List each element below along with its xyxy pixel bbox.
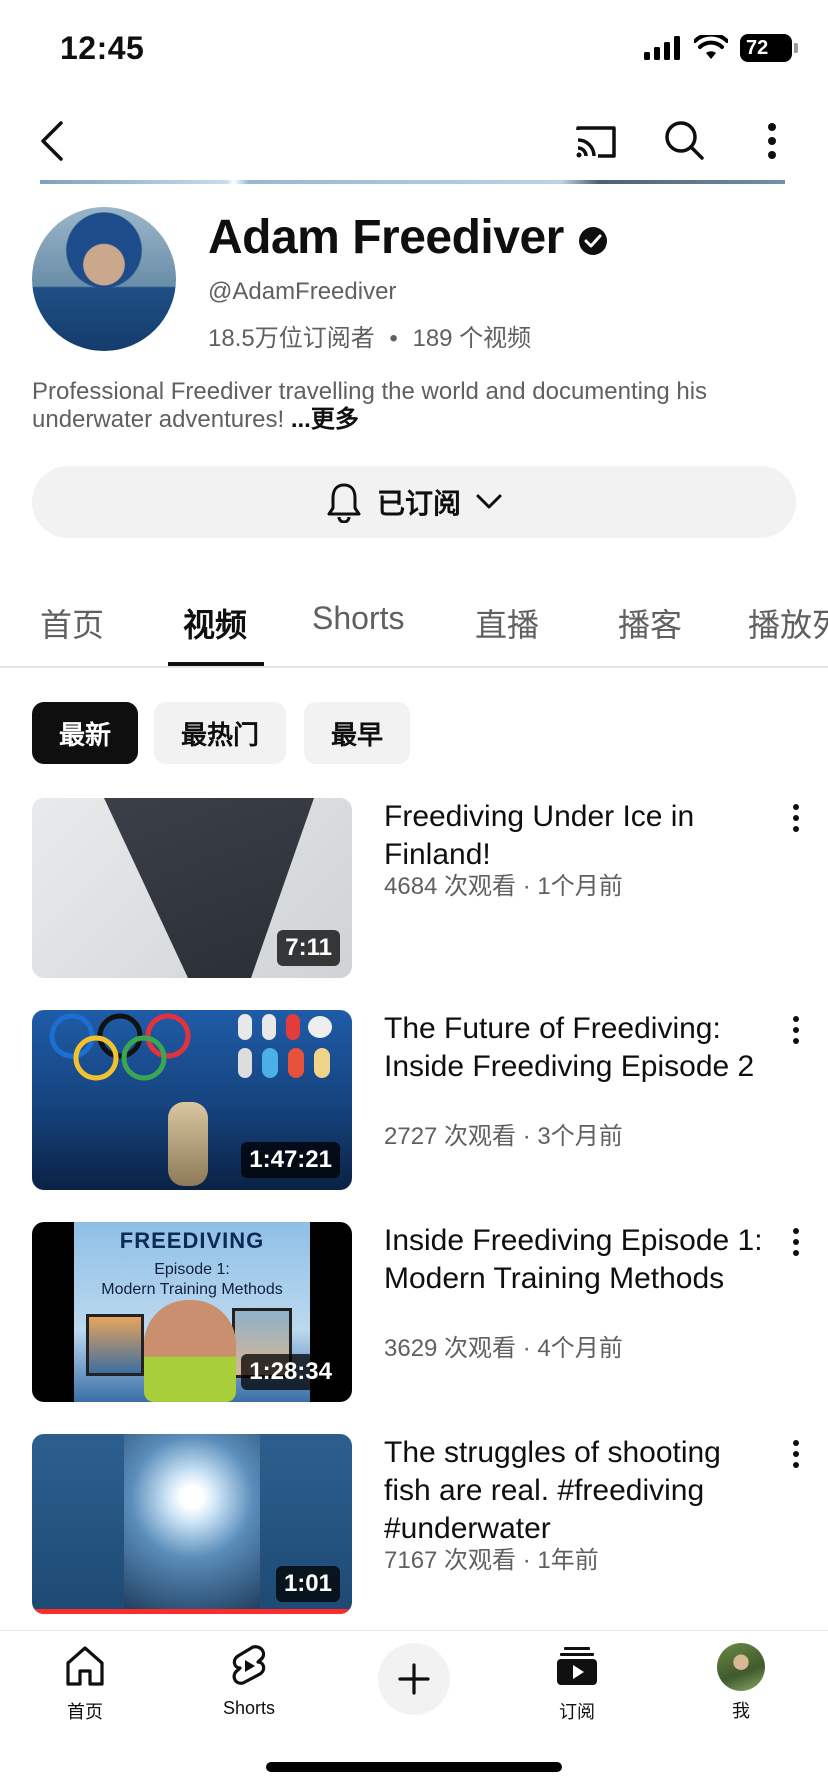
description-more-link[interactable]: ...更多 — [291, 406, 359, 433]
underwater-image — [124, 1434, 260, 1614]
shorts-icon — [232, 1645, 266, 1685]
video-title[interactable]: The Future of Freediving: Inside Freediv… — [384, 1010, 764, 1086]
channel-handle: @AdamFreediver — [208, 278, 397, 305]
tab-shorts[interactable]: Shorts — [312, 600, 404, 637]
nav-shorts[interactable]: Shorts — [189, 1643, 309, 1719]
nav-subscriptions-label: 订阅 — [559, 1702, 595, 1722]
channel-name: Adam Freediver — [208, 211, 564, 264]
tab-videos[interactable]: 视频 — [183, 600, 247, 646]
video-thumbnail[interactable]: 1:47:21 — [32, 1010, 352, 1190]
video-title[interactable]: The struggles of shooting fish are real.… — [384, 1434, 764, 1548]
signal-icon — [644, 36, 680, 60]
video-thumbnail[interactable]: 1:01 — [32, 1434, 352, 1614]
wifi-icon — [694, 35, 728, 59]
pills-image — [238, 1014, 332, 1078]
filter-chip-popular[interactable]: 最热门 — [154, 702, 286, 764]
video-title[interactable]: Inside Freediving Episode 1: Modern Trai… — [384, 1222, 764, 1298]
plus-icon — [398, 1663, 430, 1695]
verified-badge-icon — [579, 227, 607, 255]
video-meta: 4684 次观看 · 1个月前 — [384, 873, 623, 900]
chevron-down-icon — [476, 494, 502, 509]
video-item[interactable]: 1:01 The struggles of shooting fish are … — [0, 1434, 828, 1614]
nav-me[interactable]: 我 — [681, 1643, 801, 1723]
filter-chip-latest[interactable]: 最新 — [32, 702, 138, 764]
nav-subscriptions[interactable]: 订阅 — [517, 1643, 637, 1724]
more-vertical-icon — [768, 123, 776, 159]
video-meta: 7167 次观看 · 1年前 — [384, 1547, 599, 1574]
search-button[interactable] — [660, 116, 710, 166]
tab-podcasts[interactable]: 播客 — [618, 600, 682, 646]
channel-tabs: 首页 视频 Shorts 直播 播客 播放列 — [0, 590, 828, 668]
thumbnail-heading: FREEDIVING — [119, 1228, 265, 1253]
channel-banner — [40, 180, 785, 184]
tab-home[interactable]: 首页 — [40, 600, 104, 646]
video-more-icon[interactable] — [784, 1224, 808, 1260]
home-indicator — [266, 1762, 562, 1772]
watch-progress-bar — [32, 1609, 352, 1614]
nav-home[interactable]: 首页 — [25, 1643, 145, 1724]
cast-button[interactable] — [572, 118, 620, 166]
video-duration: 1:01 — [275, 1566, 340, 1602]
video-more-icon[interactable] — [784, 800, 808, 836]
create-button[interactable] — [378, 1643, 450, 1715]
nav-me-label: 我 — [732, 1701, 750, 1721]
back-arrow-icon — [41, 121, 63, 161]
tab-playlists[interactable]: 播放列 — [748, 600, 828, 646]
host-photo — [144, 1300, 236, 1402]
battery-indicator: 72 — [740, 34, 798, 62]
description-text: Professional Freediver travelling the wo… — [32, 378, 708, 433]
video-duration: 7:11 — [277, 930, 340, 966]
stats-separator: • — [389, 325, 398, 352]
video-more-icon[interactable] — [784, 1436, 808, 1472]
status-bar: 12:45 72 — [0, 0, 828, 100]
video-duration: 1:47:21 — [241, 1142, 340, 1178]
bell-icon — [327, 483, 361, 523]
subscriptions-icon — [557, 1647, 597, 1685]
video-duration: 1:28:34 — [241, 1354, 340, 1390]
status-time: 12:45 — [60, 30, 145, 66]
video-meta: 3629 次观看 · 4个月前 — [384, 1335, 623, 1362]
video-item[interactable]: FREEDIVING Episode 1: Modern Training Me… — [0, 1222, 828, 1402]
avatar — [717, 1643, 765, 1691]
nav-home-label: 首页 — [67, 1702, 103, 1722]
video-count: 189 个视频 — [412, 325, 532, 352]
video-item[interactable]: 1:47:21 The Future of Freediving: Inside… — [0, 1010, 828, 1190]
channel-stats: 18.5万位订阅者 • 189 个视频 — [208, 318, 531, 353]
subscribed-label: 已订阅 — [376, 488, 461, 519]
cast-icon — [576, 126, 616, 158]
nav-shorts-label: Shorts — [222, 1698, 276, 1718]
subscriber-count: 18.5万位订阅者 — [208, 325, 375, 352]
video-thumbnail[interactable]: 7:11 — [32, 798, 352, 978]
channel-avatar[interactable] — [32, 207, 176, 351]
guest-photo-left — [86, 1314, 144, 1376]
video-meta: 2727 次观看 · 3个月前 — [384, 1123, 623, 1150]
status-icons: 72 — [644, 34, 798, 62]
filter-chip-oldest[interactable]: 最早 — [304, 702, 410, 764]
home-icon — [66, 1646, 104, 1686]
active-tab-indicator — [168, 662, 264, 666]
video-item[interactable]: 7:11 Freediving Under Ice in Finland! 46… — [0, 798, 828, 978]
channel-description[interactable]: Professional Freediver travelling the wo… — [32, 378, 792, 434]
app-bar — [0, 108, 828, 174]
more-options-button[interactable] — [752, 116, 792, 166]
back-button[interactable] — [30, 116, 74, 166]
olympic-rings-image — [49, 1013, 191, 1081]
video-more-icon[interactable] — [784, 1012, 808, 1048]
subscribed-button[interactable]: 已订阅 — [32, 466, 796, 538]
search-icon — [665, 121, 704, 160]
diver-figure — [168, 1102, 208, 1186]
thumbnail-subtitle: Episode 1: Modern Training Methods — [101, 1261, 283, 1298]
video-title[interactable]: Freediving Under Ice in Finland! — [384, 798, 764, 874]
tab-live[interactable]: 直播 — [475, 600, 539, 646]
video-thumbnail[interactable]: FREEDIVING Episode 1: Modern Training Me… — [32, 1222, 352, 1402]
